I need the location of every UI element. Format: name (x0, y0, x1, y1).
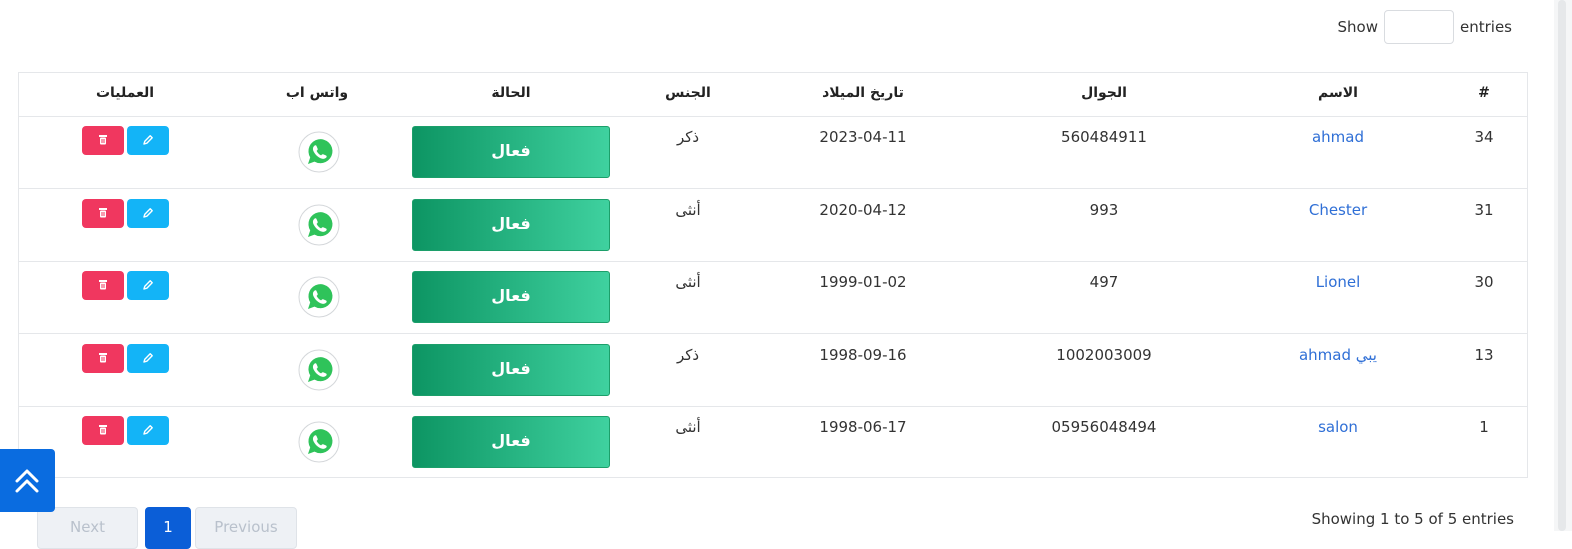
pencil-icon (143, 207, 153, 218)
pencil-icon (143, 280, 153, 290)
length-control: Show entries (1338, 10, 1512, 44)
trash-icon (99, 207, 107, 217)
cell-index: 1 (1479, 418, 1489, 436)
cell-name[interactable]: Chester (1278, 201, 1398, 219)
cell-mobile: 560484911 (1061, 128, 1147, 146)
delete-button[interactable] (82, 198, 124, 228)
header-gender[interactable]: الجنس (648, 73, 728, 116)
trash-icon (99, 425, 107, 435)
cell-gender: أنثى (675, 418, 701, 436)
delete-button[interactable] (82, 126, 124, 155)
table-row: 1 salon 05956048494 1998-06-17 أنثى فعال (19, 406, 1527, 478)
delete-button[interactable] (82, 343, 124, 373)
header-birthdate[interactable]: تاريخ الميلاد (803, 73, 923, 116)
header-status[interactable]: الحالة (451, 73, 571, 116)
header-actions: العمليات (95, 85, 155, 101)
edit-button[interactable] (127, 126, 169, 155)
trash-icon (99, 135, 107, 145)
pencil-icon (143, 425, 153, 435)
pencil-icon (143, 135, 153, 145)
table-info: Showing 1 to 5 of 5 entries (1311, 510, 1514, 528)
edit-button[interactable] (127, 198, 169, 228)
edit-button[interactable] (127, 416, 169, 445)
cell-birthdate: 1998-09-16 (819, 345, 907, 364)
trash-icon (99, 352, 107, 362)
cell-index: 30 (1474, 273, 1494, 291)
scroll-to-top-button[interactable] (0, 449, 55, 512)
header-mobile[interactable]: الجوال (1044, 73, 1164, 116)
cell-mobile: 05956048494 (1051, 418, 1157, 436)
pagination-next-button[interactable]: Next (37, 507, 138, 549)
pencil-icon (143, 352, 153, 363)
cell-name[interactable]: ahmad يبي (1278, 346, 1398, 364)
cell-index: 34 (1474, 128, 1494, 146)
status-toggle-button[interactable]: فعال (412, 343, 610, 396)
cell-mobile: 993 (1089, 200, 1119, 219)
cell-name[interactable]: Lionel (1278, 273, 1398, 291)
cell-name[interactable]: salon (1278, 418, 1398, 436)
cell-gender: أنثى (675, 273, 701, 291)
table-row: 30 Lionel 497 1999-01-02 أنثى فعال (19, 261, 1527, 334)
cell-gender: ذكر (676, 128, 700, 146)
entries-select[interactable] (1384, 10, 1454, 44)
entries-label: entries (1460, 18, 1512, 36)
show-label: Show (1337, 18, 1378, 36)
cell-birthdate: 2023-04-11 (819, 128, 907, 146)
header-index[interactable]: # (1464, 73, 1504, 116)
trash-icon (99, 280, 107, 290)
table-row: 31 Chester 993 2020-04-12 أنثى فعال (19, 189, 1527, 262)
delete-button[interactable] (82, 271, 124, 300)
delete-button[interactable] (82, 416, 124, 445)
cell-index: 13 (1474, 345, 1494, 364)
table-header: # الاسم الجوال تاريخ الميلاد الجنس الحال… (19, 73, 1527, 117)
status-toggle-button[interactable]: فعال (412, 198, 610, 251)
cell-name[interactable]: ahmad (1278, 128, 1398, 146)
cell-mobile: 1002003009 (1056, 345, 1152, 364)
cell-mobile: 497 (1089, 273, 1119, 291)
status-toggle-button[interactable]: فعال (412, 416, 610, 468)
whatsapp-icon[interactable] (298, 276, 340, 318)
cell-gender: ذكر (676, 345, 700, 364)
status-toggle-button[interactable]: فعال (412, 126, 610, 178)
cell-birthdate: 2020-04-12 (819, 200, 907, 219)
scrollbar-track[interactable] (1554, 0, 1572, 531)
cell-index: 31 (1474, 200, 1494, 219)
table-row: 13 ahmad يبي 1002003009 1998-09-16 ذكر فعال (19, 334, 1527, 407)
whatsapp-icon[interactable] (298, 349, 340, 391)
cell-gender: أنثى (675, 200, 701, 219)
edit-button[interactable] (127, 271, 169, 300)
whatsapp-icon[interactable] (298, 131, 340, 173)
cell-birthdate: 1999-01-02 (819, 273, 907, 291)
whatsapp-icon[interactable] (298, 421, 340, 463)
header-whatsapp[interactable]: واتس اب (257, 73, 377, 116)
pagination-page-1[interactable]: 1 (145, 507, 191, 549)
double-chevron-up-icon (15, 469, 39, 493)
whatsapp-icon[interactable] (298, 204, 340, 246)
edit-button[interactable] (127, 343, 169, 373)
header-name[interactable]: الاسم (1278, 73, 1398, 116)
status-toggle-button[interactable]: فعال (412, 271, 610, 323)
cell-birthdate: 1998-06-17 (819, 418, 907, 436)
users-table: # الاسم الجوال تاريخ الميلاد الجنس الحال… (18, 72, 1528, 478)
table-row: 34 ahmad 560484911 2023-04-11 ذكر فعال (19, 116, 1527, 189)
scrollbar-thumb[interactable] (1558, 0, 1566, 531)
pagination-previous-button[interactable]: Previous (195, 507, 297, 549)
